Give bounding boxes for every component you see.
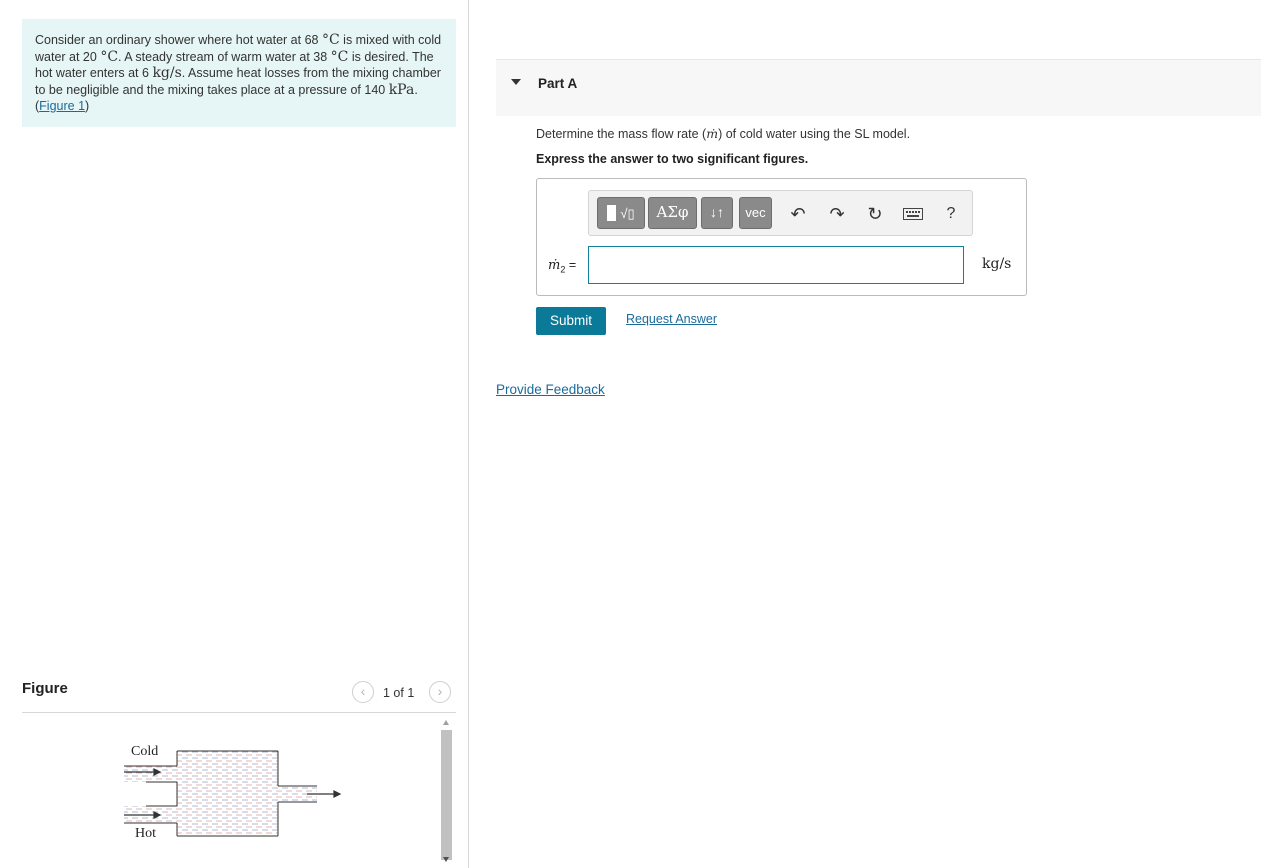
scrollbar-thumb[interactable] (441, 730, 452, 860)
keyboard-icon[interactable] (902, 203, 924, 225)
template-box-icon (607, 205, 617, 222)
unit-kpa: kPa (388, 81, 415, 98)
figure-counter: 1 of 1 (383, 686, 415, 700)
figure-next-button[interactable]: › (429, 681, 451, 703)
figure-label-hot: Hot (135, 826, 156, 841)
greek-symbols-button[interactable]: ΑΣφ (648, 197, 697, 229)
problem-text-1: Consider an ordinary shower where hot wa… (35, 33, 319, 47)
answer-panel: √▯ ΑΣφ ↓↑ vec ↶ ↷ ↻ ? ṁ2 = kg/s (536, 178, 1027, 296)
part-a-header[interactable]: Part A (496, 59, 1261, 116)
unit-celsius: °C (100, 48, 119, 65)
unit-celsius: °C (321, 32, 340, 48)
question-post: ) of cold water using the SL model. (718, 127, 911, 141)
reset-icon[interactable]: ↻ (865, 203, 885, 225)
answer-instruction: Express the answer to two significant fi… (536, 152, 809, 166)
problem-text-3: . A steady stream of warm water at 38 (118, 49, 328, 64)
question-pre: Determine the mass flow rate ( (536, 127, 707, 141)
question-symbol: ṁ (706, 126, 719, 141)
help-icon[interactable]: ? (941, 203, 961, 225)
chevron-right-icon: › (437, 683, 443, 699)
redo-icon[interactable]: ↷ (827, 203, 847, 225)
variable-symbol: ṁ (548, 258, 561, 273)
figure-prev-button[interactable]: ‹ (352, 681, 374, 703)
scroll-up-arrow-icon[interactable] (443, 720, 449, 725)
chevron-left-icon: ‹ (360, 683, 366, 699)
answer-input[interactable] (588, 246, 964, 284)
sqrt-icon: √▯ (620, 205, 635, 221)
equals-sign: = (565, 258, 577, 272)
vector-button[interactable]: vec (739, 197, 772, 229)
problem-statement: Consider an ordinary shower where hot wa… (22, 19, 456, 127)
unit-kg-per-s: kg/s (152, 65, 182, 82)
question-text: Determine the mass flow rate (ṁ) of cold… (536, 126, 910, 141)
answer-variable-label: ṁ2 = (548, 258, 576, 275)
submit-button[interactable]: Submit (536, 307, 606, 335)
figure-title: Figure (22, 680, 68, 697)
mixing-chamber-diagram (124, 750, 342, 837)
column-divider (468, 0, 469, 868)
math-toolbar: √▯ ΑΣφ ↓↑ vec ↶ ↷ ↻ ? (588, 190, 973, 236)
figure-scrollbar[interactable] (439, 714, 454, 868)
figure-divider (22, 712, 456, 713)
undo-icon[interactable]: ↶ (788, 203, 808, 225)
problem-text-7: ) (85, 99, 90, 114)
part-title: Part A (538, 76, 578, 91)
provide-feedback-link[interactable]: Provide Feedback (496, 382, 605, 397)
unit-celsius: °C (330, 48, 349, 65)
caret-down-icon[interactable] (511, 79, 521, 85)
answer-units: kg/s (982, 256, 1012, 272)
request-answer-link[interactable]: Request Answer (626, 312, 717, 326)
figure-label-cold: Cold (131, 744, 159, 759)
subscript-superscript-button[interactable]: ↓↑ (701, 197, 733, 229)
scroll-down-arrow-icon[interactable] (443, 857, 449, 862)
templates-button[interactable]: √▯ (597, 197, 645, 229)
figure-link[interactable]: Figure 1 (39, 99, 85, 113)
figure-viewport: Cold Hot (22, 714, 438, 868)
